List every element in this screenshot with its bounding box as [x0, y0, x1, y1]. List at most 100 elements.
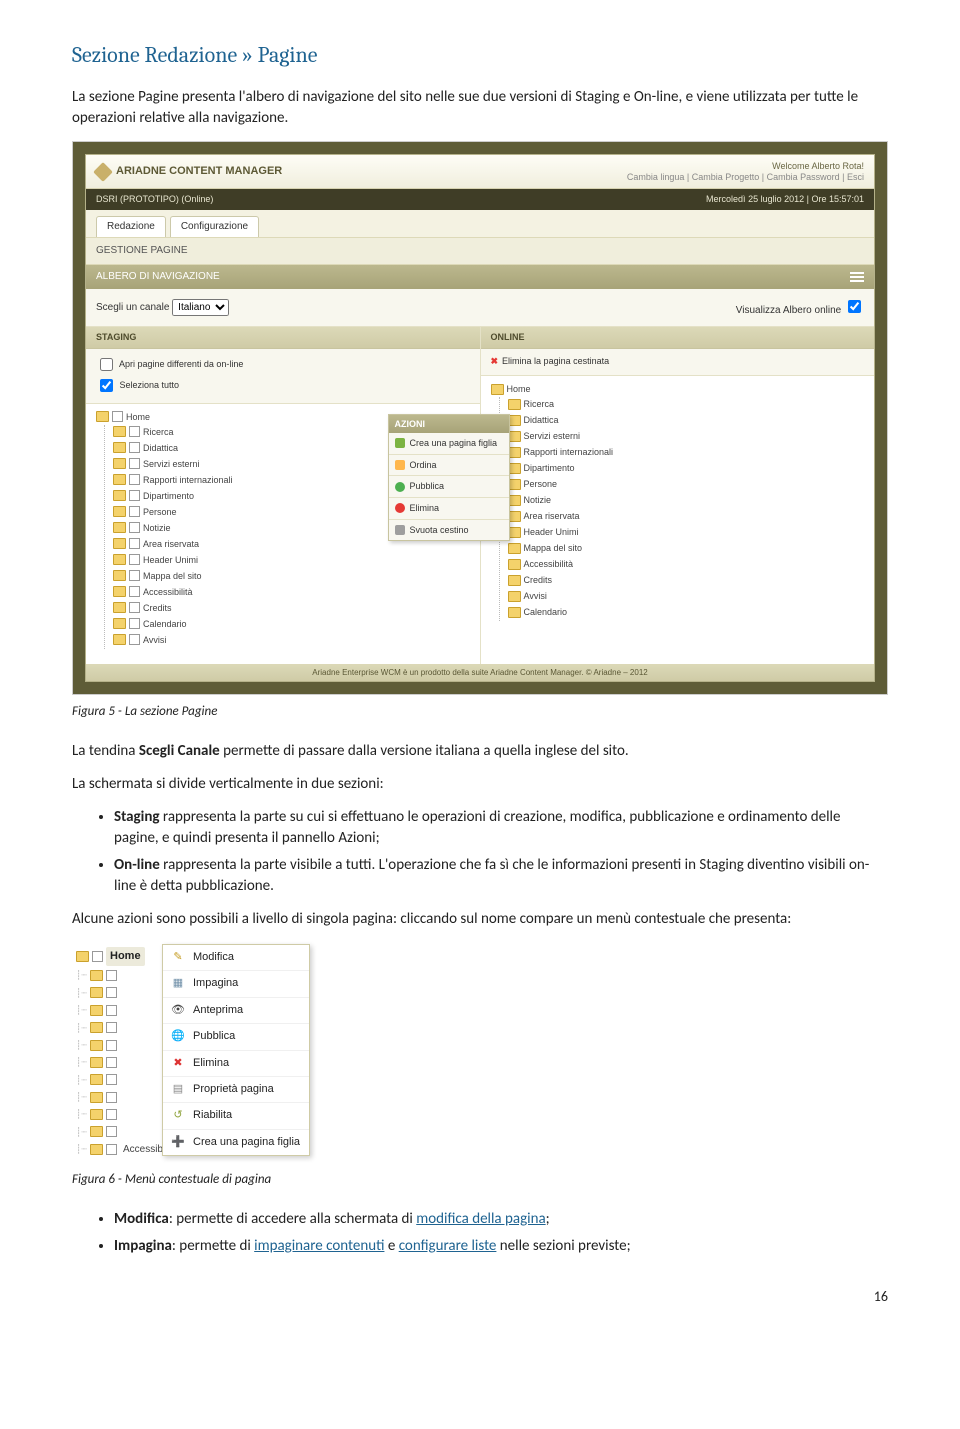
online-column: ONLINE ✖Elimina la pagina cestinata Home… — [481, 327, 875, 664]
app-footer: Ariadne Enterprise WCM è un prodotto del… — [86, 664, 874, 681]
columns-wrap: STAGING Apri pagine differenti da on-lin… — [86, 327, 874, 664]
view-full-tree[interactable]: Visualizza Albero online — [736, 297, 864, 318]
figure-6-screenshot: Home ┊┈ ┊┈ ┊┈ ┊┈ ┊┈ ┊┈ ┊┈ ┊┈ ┊┈ ┊┈ ┊┈ Ac… — [72, 942, 310, 1163]
hamburger-icon[interactable] — [850, 272, 864, 282]
child-page-icon: ➕ — [171, 1135, 185, 1149]
ctx-pubblica[interactable]: 🌐Pubblica — [163, 1024, 309, 1050]
tree-item[interactable]: Header Unimi — [508, 525, 865, 541]
action-delete[interactable]: Elimina — [389, 498, 509, 520]
tree-item[interactable]: Didattica — [508, 413, 865, 429]
tab-configurazione[interactable]: Configurazione — [170, 216, 259, 237]
tree-item[interactable]: Rapporti internazionali — [508, 445, 865, 461]
view-full-checkbox[interactable] — [848, 300, 861, 313]
nav-tree-header: ALBERO DI NAVIGAZIONE — [86, 265, 874, 289]
delete-x-icon: ✖ — [491, 356, 499, 366]
project-bar: DSRI (PROTOTIPO) (Online) Mercoledì 25 l… — [86, 189, 874, 210]
bottom-bullet-list: Modifica: permette di accedere alla sche… — [72, 1209, 888, 1257]
channel-select[interactable]: Italiano — [172, 299, 229, 316]
figure-5-caption: Figura 5 - La sezione Pagine — [72, 703, 888, 721]
action-publish[interactable]: Pubblica — [389, 476, 509, 498]
ctx-modifica[interactable]: ✎Modifica — [163, 945, 309, 971]
tree-item[interactable]: Credits — [113, 601, 470, 617]
layout-icon: ▦ — [171, 977, 185, 991]
ctx-crea-figlia[interactable]: ➕Crea una pagina figlia — [163, 1130, 309, 1155]
ctx-impagina[interactable]: ▦Impagina — [163, 971, 309, 997]
brand-logo-icon — [93, 162, 113, 182]
tree-item[interactable]: Calendario — [113, 617, 470, 633]
app-brand: ARIADNE CONTENT MANAGER — [96, 164, 282, 179]
main-tabs: Redazione Configurazione — [86, 210, 874, 237]
page-icon: ▤ — [171, 1083, 185, 1097]
tree-item[interactable]: Avvisi — [508, 589, 865, 605]
ctx-proprieta[interactable]: ▤Proprietà pagina — [163, 1077, 309, 1103]
tab-redazione[interactable]: Redazione — [96, 216, 166, 237]
tree-item[interactable]: Credits — [508, 573, 865, 589]
welcome-text: Welcome Alberto Rota! — [627, 161, 864, 172]
delete-icon — [395, 503, 405, 513]
online-header: ONLINE — [481, 327, 875, 349]
link-configurare-liste[interactable]: configurare liste — [399, 1237, 497, 1255]
app-header: ARIADNE CONTENT MANAGER Welcome Alberto … — [86, 155, 874, 190]
channel-row: Scegli un canale Italiano Visualizza Alb… — [86, 289, 874, 327]
ctx-tree: Home ┊┈ ┊┈ ┊┈ ┊┈ ┊┈ ┊┈ ┊┈ ┊┈ ┊┈ ┊┈ ┊┈ Ac… — [72, 942, 162, 1163]
channel-label: Scegli un canale — [96, 302, 169, 313]
ctx-home-item[interactable]: Home — [106, 947, 145, 966]
bullet-impagina: Impagina: permette di impaginare contenu… — [114, 1236, 888, 1257]
order-icon — [395, 460, 405, 470]
x-icon: ✖ — [171, 1056, 185, 1070]
publish-icon — [395, 482, 405, 492]
context-menu[interactable]: ✎Modifica ▦Impagina 👁Anteprima 🌐Pubblica… — [162, 944, 310, 1156]
tree-item[interactable]: Mappa del sito — [113, 569, 470, 585]
opt-select-all[interactable]: Seleziona tutto — [96, 376, 470, 395]
tree-item[interactable]: Avvisi — [113, 633, 470, 649]
actions-menu-header: AZIONI — [389, 415, 509, 434]
tree-item[interactable]: Area riservata — [508, 509, 865, 525]
tree-item[interactable]: Mappa del sito — [508, 541, 865, 557]
intro-paragraph: La sezione Pagine presenta l'albero di n… — [72, 87, 888, 129]
link-modifica-pagina[interactable]: modifica della pagina — [416, 1210, 545, 1228]
globe-icon: 🌐 — [171, 1030, 185, 1044]
staging-options: Apri pagine differenti da on-line Selezi… — [86, 349, 480, 404]
action-create-child[interactable]: Crea una pagina figlia — [389, 433, 509, 455]
tree-item[interactable]: Calendario — [508, 605, 865, 621]
online-tree[interactable]: Home Ricerca Didattica Servizi esterni R… — [481, 376, 875, 636]
tree-item[interactable]: Accessibilità — [113, 585, 470, 601]
pencil-icon: ✎ — [171, 951, 185, 965]
project-name: DSRI (PROTOTIPO) (Online) — [96, 193, 213, 206]
tree-item[interactable]: Persone — [508, 477, 865, 493]
bullet-staging: Staging rappresenta la parte su cui si e… — [114, 807, 888, 849]
online-opt-delete-trashed[interactable]: ✖Elimina la pagina cestinata — [491, 355, 865, 368]
ctx-riabilita[interactable]: ↺Riabilita — [163, 1103, 309, 1129]
brand-text: ARIADNE CONTENT MANAGER — [116, 164, 282, 179]
datetime-text: Mercoledì 25 luglio 2012 | Ore 15:57:01 — [706, 193, 864, 206]
actions-menu[interactable]: AZIONI Crea una pagina figlia Ordina Pub… — [388, 414, 510, 542]
tree-item[interactable]: Accessibilità — [508, 557, 865, 573]
divide-paragraph: La schermata si divide verticalmente in … — [72, 774, 888, 795]
tree-item[interactable]: Header Unimi — [113, 553, 470, 569]
online-options: ✖Elimina la pagina cestinata — [481, 349, 875, 377]
opt-diff-online[interactable]: Apri pagine differenti da on-line — [96, 355, 470, 374]
staging-header: STAGING — [86, 327, 480, 349]
tree-item[interactable]: Notizie — [508, 493, 865, 509]
bullet-modifica: Modifica: permette di accedere alla sche… — [114, 1209, 888, 1230]
action-empty-trash[interactable]: Svuota cestino — [389, 520, 509, 541]
eye-icon: 👁 — [171, 1003, 185, 1017]
restore-icon: ↺ — [171, 1109, 185, 1123]
page-number: 16 — [72, 1287, 888, 1307]
action-order[interactable]: Ordina — [389, 455, 509, 477]
trash-icon — [395, 525, 405, 535]
nav-tree-label: ALBERO DI NAVIGAZIONE — [96, 270, 220, 284]
ctx-anteprima[interactable]: 👁Anteprima — [163, 998, 309, 1024]
staging-column: STAGING Apri pagine differenti da on-lin… — [86, 327, 481, 664]
add-icon — [395, 438, 405, 448]
section-heading: Sezione Redazione » Pagine — [72, 40, 888, 71]
tree-item[interactable]: Dipartimento — [508, 461, 865, 477]
tree-item[interactable]: Ricerca — [508, 397, 865, 413]
figure-5-screenshot: ARIADNE CONTENT MANAGER Welcome Alberto … — [72, 141, 888, 695]
link-impaginare[interactable]: impaginare contenuti — [254, 1237, 384, 1255]
tendina-paragraph: La tendina Scegli Canale permette di pas… — [72, 741, 888, 762]
main-bullet-list: Staging rappresenta la parte su cui si e… — [72, 807, 888, 897]
ctx-elimina[interactable]: ✖Elimina — [163, 1051, 309, 1077]
top-links[interactable]: Cambia lingua | Cambia Progetto | Cambia… — [627, 172, 864, 183]
tree-item[interactable]: Servizi esterni — [508, 429, 865, 445]
